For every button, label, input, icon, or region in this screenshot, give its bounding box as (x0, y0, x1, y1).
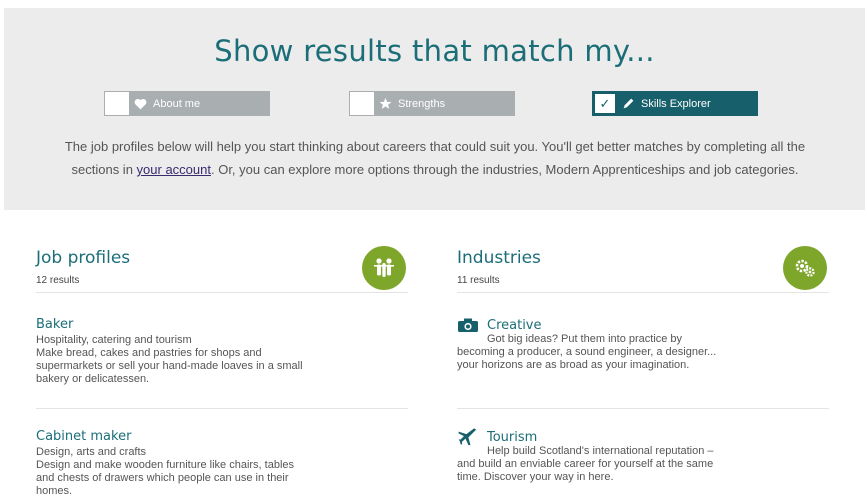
divider (457, 408, 829, 409)
plane-icon (457, 428, 479, 446)
job-profiles-column: Job profiles 12 results Baker Hospitalit… (36, 240, 408, 497)
camera-icon (457, 317, 479, 333)
divider (36, 408, 408, 409)
filter-skills-explorer[interactable]: ✓ Skills Explorer (592, 91, 758, 116)
divider (36, 292, 408, 293)
job-profile-baker[interactable]: Baker Hospitality, catering and tourism … (36, 317, 306, 386)
filter-strengths[interactable]: Strengths (349, 91, 515, 116)
filter-about-me[interactable]: About me (104, 91, 270, 116)
page-headline: Show results that match my... (214, 34, 655, 68)
filter-label: About me (153, 97, 201, 110)
job-description: Make bread, cakes and pastries for shops… (36, 347, 303, 385)
industry-title[interactable]: Tourism (487, 430, 537, 445)
industry-tourism[interactable]: Tourism Help build Scotland's internatio… (457, 428, 717, 484)
job-title[interactable]: Baker (36, 317, 306, 332)
filter-panel: Show results that match my... About me S… (4, 8, 865, 210)
your-account-link[interactable]: your account (137, 162, 211, 177)
industries-column: Industries 11 results Creative Got big i… (457, 240, 829, 483)
job-profile-cabinet-maker[interactable]: Cabinet maker Design, arts and crafts De… (36, 429, 306, 498)
job-profiles-title: Job profiles (36, 248, 131, 268)
filter-checkbox-checked[interactable]: ✓ (593, 92, 617, 115)
intro-text: The job profiles below will help you sta… (64, 139, 806, 177)
industry-description: Help build Scotland's international repu… (457, 445, 714, 483)
heart-icon (129, 92, 151, 115)
job-sector: Hospitality, catering and tourism (36, 334, 192, 346)
people-icon (362, 246, 406, 290)
industries-count: 11 results (457, 275, 500, 286)
star-icon (374, 92, 396, 115)
job-profiles-count: 12 results (36, 275, 80, 286)
filter-label: Skills Explorer (641, 97, 711, 110)
job-sector: Design, arts and crafts (36, 446, 147, 458)
pencil-icon (617, 92, 639, 115)
filter-checkbox[interactable] (105, 92, 129, 115)
filter-label: Strengths (398, 97, 446, 110)
industry-title[interactable]: Creative (487, 318, 542, 333)
filter-checkbox[interactable] (350, 92, 374, 115)
industry-description: Got big ideas? Put them into practice by… (457, 333, 717, 371)
gears-icon (783, 246, 827, 290)
job-title[interactable]: Cabinet maker (36, 429, 306, 444)
job-description: Design and make wooden furniture like ch… (36, 459, 295, 497)
industries-title: Industries (457, 248, 541, 268)
industry-creative[interactable]: Creative Got big ideas? Put them into pr… (457, 317, 717, 372)
divider (457, 292, 829, 293)
